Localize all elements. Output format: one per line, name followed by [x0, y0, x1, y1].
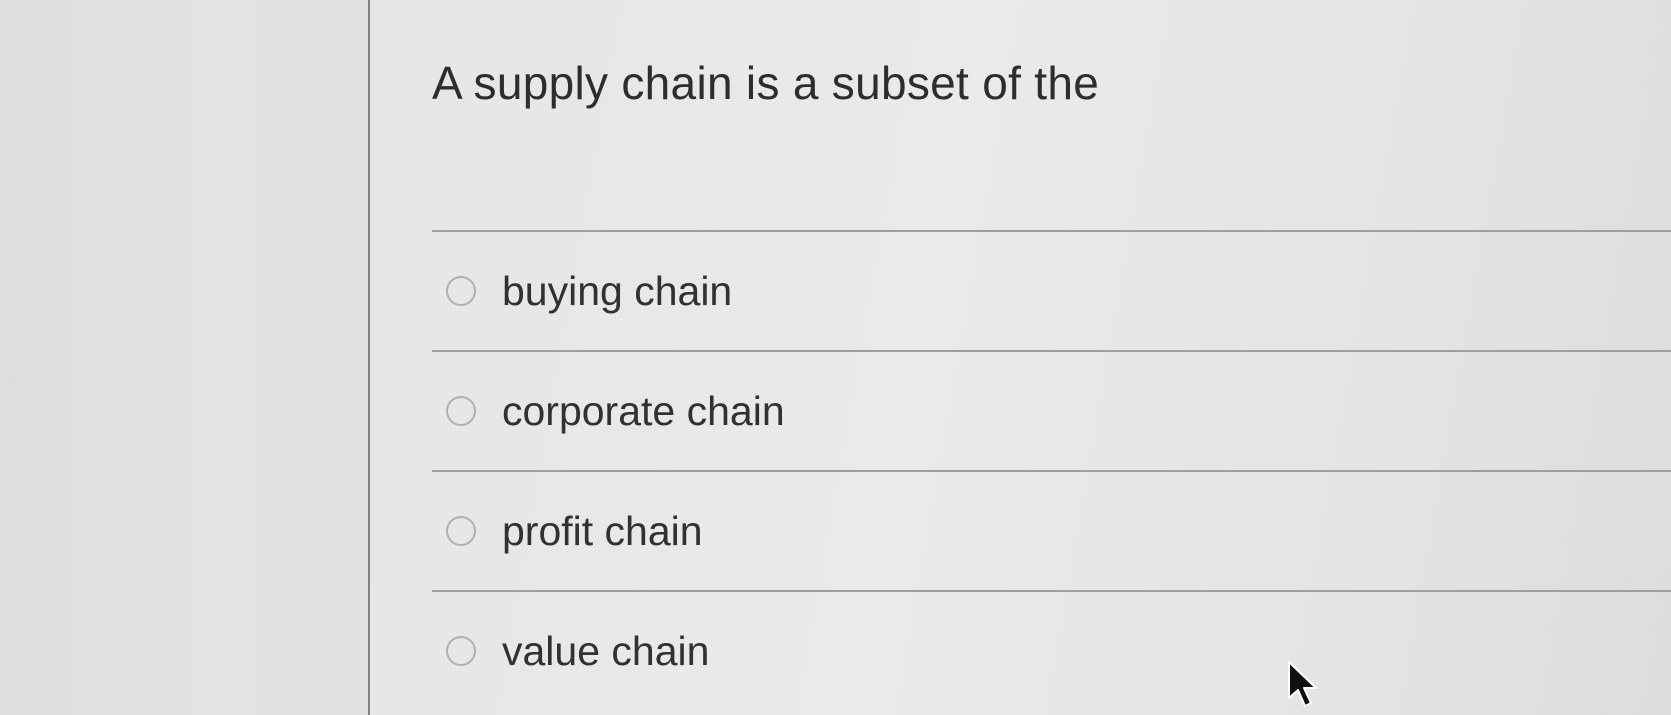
option-corporate-chain[interactable]: corporate chain	[432, 350, 1671, 470]
radio-button[interactable]	[446, 636, 476, 666]
radio-button[interactable]	[446, 396, 476, 426]
answer-options: buying chain corporate chain profit chai…	[432, 230, 1671, 710]
radio-button[interactable]	[446, 276, 476, 306]
option-value-chain[interactable]: value chain	[432, 590, 1671, 710]
question-text: A supply chain is a subset of the	[432, 57, 1100, 109]
arrow-pointer-icon	[1288, 661, 1317, 707]
option-label: buying chain	[502, 267, 733, 314]
option-label: profit chain	[502, 507, 703, 554]
option-label: corporate chain	[502, 387, 785, 434]
radio-button[interactable]	[446, 516, 476, 546]
option-profit-chain[interactable]: profit chain	[432, 470, 1671, 590]
option-buying-chain[interactable]: buying chain	[432, 230, 1671, 350]
option-label: value chain	[502, 627, 710, 674]
question-panel: A supply chain is a subset of the buying…	[370, 0, 1671, 715]
left-panel	[0, 0, 368, 715]
